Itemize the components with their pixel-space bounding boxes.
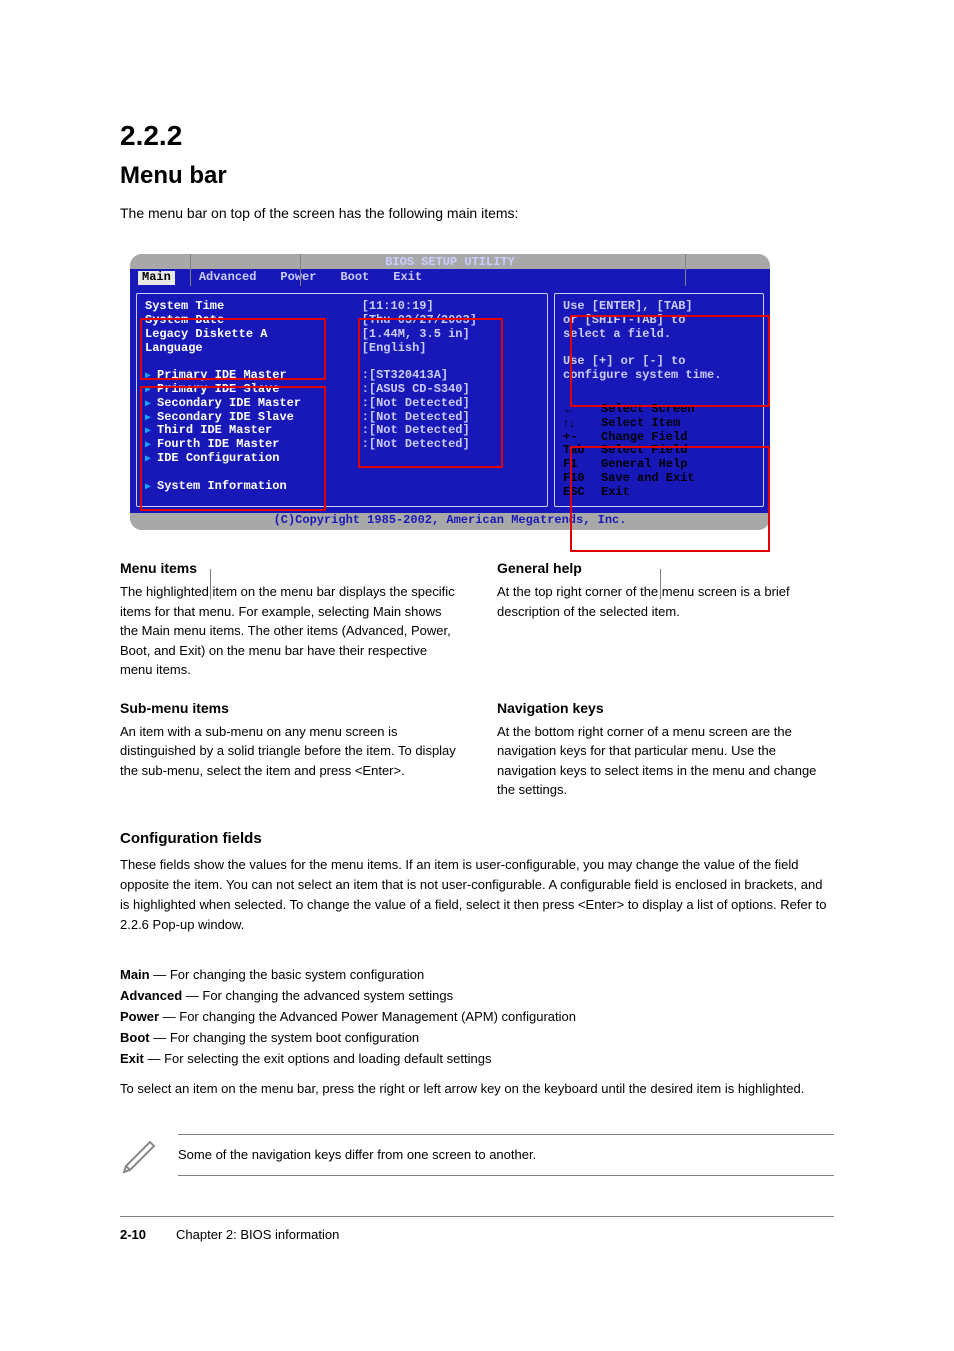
bios-screenshot: BIOS SETUP UTILITY Main Advanced Power B… <box>130 254 790 531</box>
callout-nav-keys: Navigation keys At the bottom right corn… <box>497 700 834 800</box>
callout-box-nav-keys <box>570 446 770 552</box>
callout-box-submenu <box>140 386 326 511</box>
lead-paragraph: The menu bar on top of the screen has th… <box>120 204 834 224</box>
page-footer: 2-10 Chapter 2: BIOS information <box>120 1216 834 1242</box>
item-value: [11:10:19] <box>362 300 539 314</box>
callout-box-general-help <box>570 315 770 407</box>
tab-power: Power <box>280 271 316 285</box>
menu-tail-text: To select an item on the menu bar, press… <box>120 1079 834 1100</box>
tab-exit: Exit <box>393 271 422 285</box>
menu-name: Advanced <box>120 988 182 1003</box>
note-icon <box>120 1134 160 1174</box>
callout-body: These fields show the values for the men… <box>120 855 834 936</box>
page-number: 2-10 <box>120 1227 146 1242</box>
callout-menu-items: Menu items The highlighted item on the m… <box>120 560 457 680</box>
callout-title: General help <box>497 560 834 576</box>
key-desc: Change Field <box>601 431 687 445</box>
callout-body: At the bottom right corner of a menu scr… <box>497 722 834 800</box>
callout-box-config-fields <box>358 318 503 468</box>
callout-general-help: General help At the top right corner of … <box>497 560 834 680</box>
menu-desc-text: For selecting the exit options and loadi… <box>164 1051 491 1066</box>
bios-menubar: Main Advanced Power Boot Exit <box>130 269 770 287</box>
menu-name: Power <box>120 1009 159 1024</box>
bios-title: BIOS SETUP UTILITY <box>130 254 770 270</box>
callout-title: Configuration fields <box>120 830 834 847</box>
menu-name: Main <box>120 967 150 982</box>
key: +- <box>563 431 601 445</box>
menu-name: Boot <box>120 1030 150 1045</box>
callout-sub-menu: Sub-menu items An item with a sub-menu o… <box>120 700 457 800</box>
callout-title: Navigation keys <box>497 700 834 716</box>
callout-title: Sub-menu items <box>120 700 457 716</box>
menu-descriptions: Main — For changing the basic system con… <box>120 965 834 1100</box>
callout-body: At the top right corner of the menu scre… <box>497 582 834 621</box>
key: ↑↓ <box>563 417 601 431</box>
help-line: Use [ENTER], [TAB] <box>563 300 755 314</box>
section-title: Menu bar <box>120 162 834 190</box>
menu-desc-text: For changing the system boot configurati… <box>170 1030 419 1045</box>
menu-desc-text: For changing the Advanced Power Manageme… <box>179 1009 576 1024</box>
callout-box-menu-items <box>140 318 326 380</box>
menu-desc-text: For changing the advanced system setting… <box>202 988 453 1003</box>
chapter-title: Chapter 2: BIOS information <box>176 1227 339 1242</box>
note-block: Some of the navigation keys differ from … <box>120 1134 834 1176</box>
callout-body: An item with a sub-menu on any menu scre… <box>120 722 457 781</box>
section-number: 2.2.2 <box>120 120 834 152</box>
tab-main: Main <box>138 271 175 285</box>
item-label: System Time <box>145 300 362 314</box>
note-text: Some of the navigation keys differ from … <box>178 1135 834 1175</box>
menu-name: Exit <box>120 1051 144 1066</box>
menu-desc-text: For changing the basic system configurat… <box>170 967 424 982</box>
callout-title: Menu items <box>120 560 457 576</box>
tab-advanced: Advanced <box>199 271 257 285</box>
tab-boot: Boot <box>340 271 369 285</box>
callout-body: The highlighted item on the menu bar dis… <box>120 582 457 680</box>
config-fields-section: Configuration fields These fields show t… <box>120 830 834 936</box>
key-desc: Select Item <box>601 417 680 431</box>
